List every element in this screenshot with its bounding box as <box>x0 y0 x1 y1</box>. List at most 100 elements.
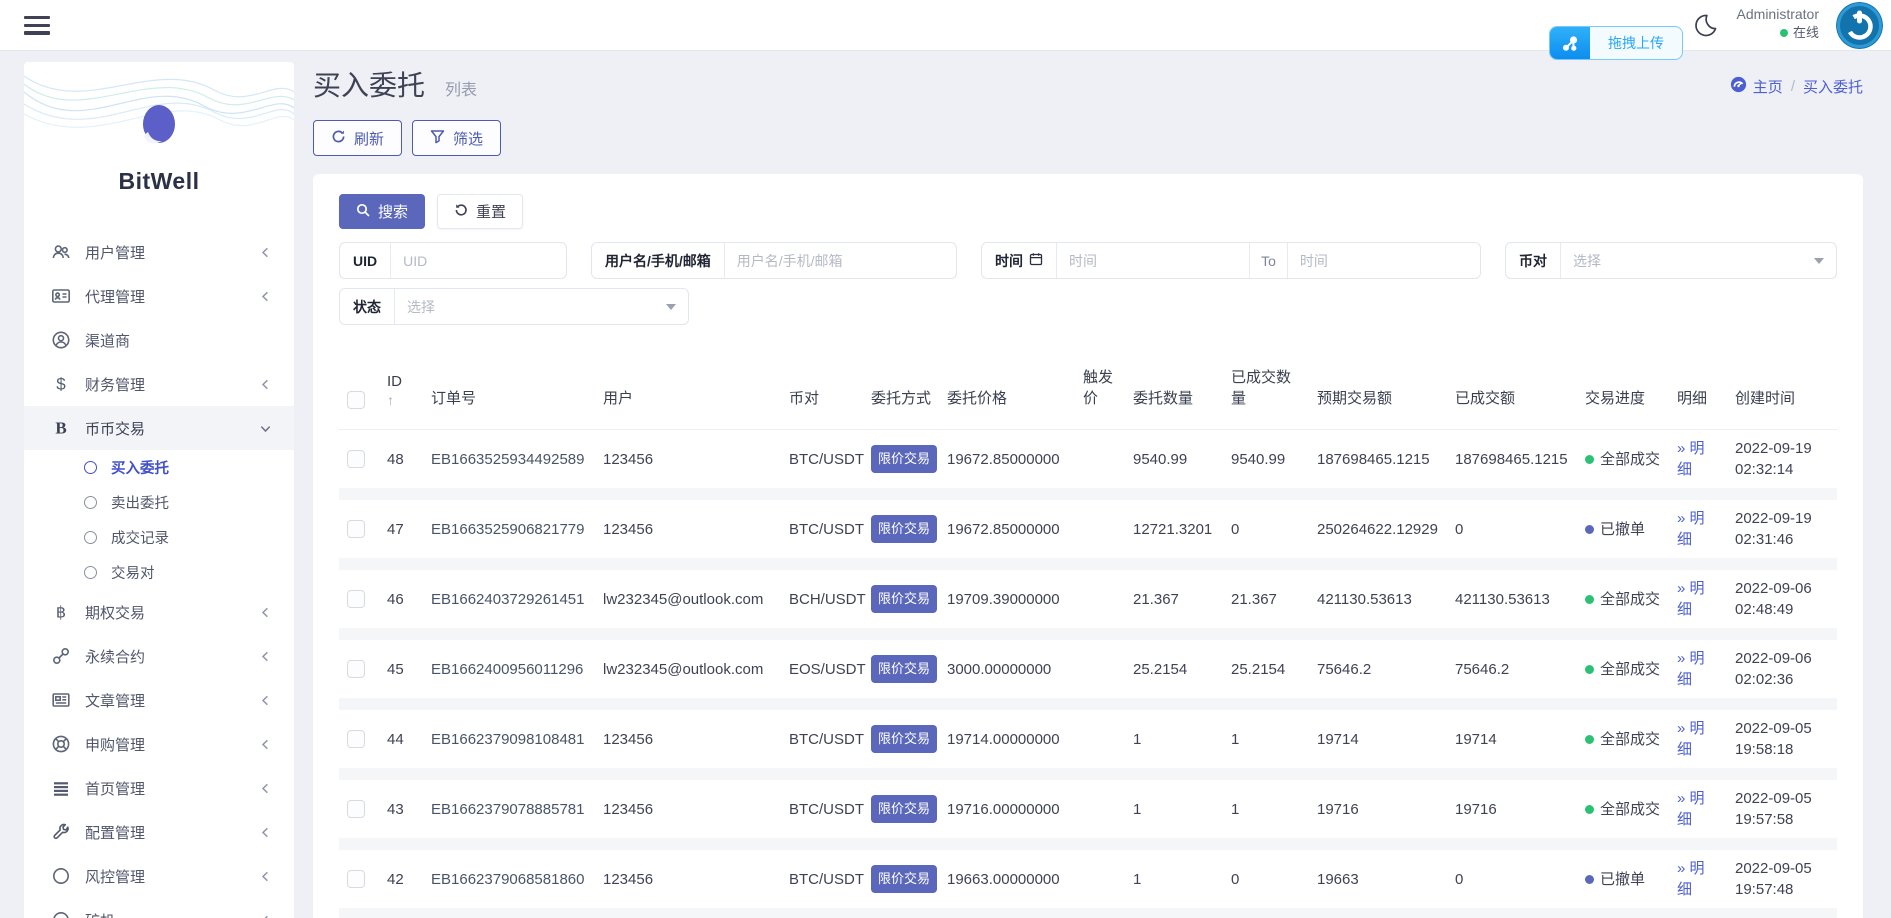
breadcrumb-home-link[interactable]: 主页 <box>1730 76 1783 97</box>
sidebar-item[interactable]: 代理管理 <box>24 274 294 318</box>
sidebar-item[interactable]: B 币币交易 <box>24 406 294 450</box>
cell-created-at: 2022-09-06 02:02:36 <box>1727 640 1837 710</box>
row-checkbox[interactable] <box>347 730 365 748</box>
sidebar-item[interactable]: 用户管理 <box>24 230 294 274</box>
chevron-down-icon <box>666 303 676 310</box>
time-to-input[interactable] <box>1287 243 1480 278</box>
table-row: 44 EB1662379098108481 123456 BTC/USDT 限价交易 19… <box>339 710 1837 780</box>
sidebar-item[interactable]: 配置管理 <box>24 810 294 854</box>
uid-input[interactable] <box>391 243 566 278</box>
uid-label: UID <box>340 243 392 278</box>
sidebar-item[interactable]: $ 财务管理 <box>24 362 294 406</box>
table-row: 47 EB1663525906821779 123456 BTC/USDT 限价交易 19… <box>339 500 1837 570</box>
row-checkbox[interactable] <box>347 660 365 678</box>
life-ring-icon <box>50 733 72 755</box>
entrust-type-badge: 限价交易 <box>871 794 938 824</box>
chevron-down-icon <box>1814 257 1824 264</box>
row-checkbox[interactable] <box>347 520 365 538</box>
sidebar-item[interactable]: 首页管理 <box>24 766 294 810</box>
user-filter-group: 用户名/手机/邮箱 <box>591 242 957 279</box>
status-badge: 全部成交 <box>1600 450 1661 468</box>
avatar[interactable] <box>1836 2 1883 49</box>
status-dot-icon <box>1585 524 1594 534</box>
column-header: 明细 <box>1669 349 1727 430</box>
detail-link[interactable]: » 明细 <box>1677 580 1705 618</box>
hamburger-menu-icon[interactable] <box>24 16 50 35</box>
cell-filled-value: 187698465.1215 <box>1447 430 1577 500</box>
cell-expected-value: 19663 <box>1309 850 1447 918</box>
status-filter-group: 状态 选择 <box>339 288 689 325</box>
user-block[interactable]: Administrator 在线 <box>1737 5 1819 41</box>
user-circle-icon <box>50 329 72 351</box>
bullet-circle-icon <box>84 566 97 579</box>
detail-link[interactable]: » 明细 <box>1677 510 1705 548</box>
row-checkbox[interactable] <box>347 590 365 608</box>
filter-button[interactable]: 筛选 <box>412 120 502 156</box>
status-dot-icon <box>1585 594 1594 604</box>
column-header-id[interactable]: ID ↑ <box>379 349 423 430</box>
column-header: 创建时间 <box>1727 349 1837 430</box>
column-header: 触发价 <box>1075 349 1125 430</box>
detail-link[interactable]: » 明细 <box>1677 790 1705 828</box>
row-checkbox[interactable] <box>347 450 365 468</box>
cell-amount: 12721.3201 <box>1125 500 1223 570</box>
sidebar-item[interactable]: 矿机 <box>24 898 294 918</box>
filters: UID 用户名/手机/邮箱 时间 <box>339 242 1837 325</box>
sidebar: BitWell 用户管理 代理管理 渠道商 $ 财务管理 B 币币交易 买入委托 卖出委托 成交记… <box>24 62 294 918</box>
pair-select[interactable]: 选择 <box>1561 243 1814 278</box>
breadcrumb-current[interactable]: 买入委托 <box>1803 76 1863 97</box>
status-select[interactable]: 选择 <box>395 289 666 324</box>
sidebar-item[interactable]: 申购管理 <box>24 722 294 766</box>
user-status: 在线 <box>1737 24 1819 42</box>
dark-mode-toggle[interactable] <box>1694 10 1726 42</box>
reset-button[interactable]: 重置 <box>437 194 524 229</box>
sidebar-item[interactable]: ฿期权交易 <box>24 590 294 634</box>
progress-status: 全部成交 <box>1585 729 1661 750</box>
drag-upload-widget[interactable]: 拖拽上传 <box>1549 26 1683 60</box>
cell-trigger-price <box>1075 850 1125 918</box>
column-header: 委托方式 <box>863 349 939 430</box>
select-all-checkbox[interactable] <box>347 391 365 409</box>
cell-id: 48 <box>379 430 423 500</box>
cell-expected-value: 250264622.12929 <box>1309 500 1447 570</box>
sidebar-subitem[interactable]: 买入委托 <box>24 450 294 485</box>
row-checkbox[interactable] <box>347 870 365 888</box>
column-header: 币对 <box>781 349 863 430</box>
coin-b-icon: B <box>50 417 72 439</box>
chevron-left-icon <box>258 869 272 883</box>
sidebar-item[interactable]: 永续合约 <box>24 634 294 678</box>
cell-user: lw232345@outlook.com <box>595 640 781 710</box>
sidebar-menu: 用户管理 代理管理 渠道商 $ 财务管理 B 币币交易 买入委托 卖出委托 成交记录 交易对฿期权交… <box>24 212 294 918</box>
cell-user: 123456 <box>595 850 781 918</box>
cell-price: 19709.39000000 <box>939 570 1075 640</box>
sidebar-item[interactable]: 渠道商 <box>24 318 294 362</box>
refresh-button[interactable]: 刷新 <box>313 120 403 156</box>
page-subtitle: 列表 <box>445 82 478 99</box>
chevron-left-icon <box>258 825 272 839</box>
brand-logo <box>143 105 175 144</box>
progress-status: 已撤单 <box>1585 519 1661 540</box>
time-from-input[interactable] <box>1057 243 1250 278</box>
detail-link[interactable]: » 明细 <box>1677 720 1705 758</box>
search-button[interactable]: 搜索 <box>339 194 426 229</box>
progress-status: 全部成交 <box>1585 799 1661 820</box>
sidebar-item[interactable]: 文章管理 <box>24 678 294 722</box>
brand-name: BitWell <box>118 168 200 194</box>
sidebar-item[interactable]: 风控管理 <box>24 854 294 898</box>
cell-id: 44 <box>379 710 423 780</box>
cell-expected-value: 19716 <box>1309 780 1447 850</box>
sidebar-subitem[interactable]: 交易对 <box>24 555 294 590</box>
cell-filled-amount: 0 <box>1223 500 1309 570</box>
detail-link[interactable]: » 明细 <box>1677 440 1705 478</box>
sidebar-subitem[interactable]: 卖出委托 <box>24 485 294 520</box>
chevron-left-icon <box>258 781 272 795</box>
row-checkbox[interactable] <box>347 800 365 818</box>
detail-link[interactable]: » 明细 <box>1677 650 1705 688</box>
table-body: 48 EB1663525934492589 123456 BTC/USDT 限价交易 19… <box>339 430 1837 918</box>
user-label: 用户名/手机/邮箱 <box>592 243 725 278</box>
cell-pair: BTC/USDT <box>781 850 864 918</box>
sidebar-subitem[interactable]: 成交记录 <box>24 520 294 555</box>
detail-link[interactable]: » 明细 <box>1677 860 1705 898</box>
user-input[interactable] <box>724 243 956 278</box>
cell-amount: 9540.99 <box>1125 430 1223 500</box>
